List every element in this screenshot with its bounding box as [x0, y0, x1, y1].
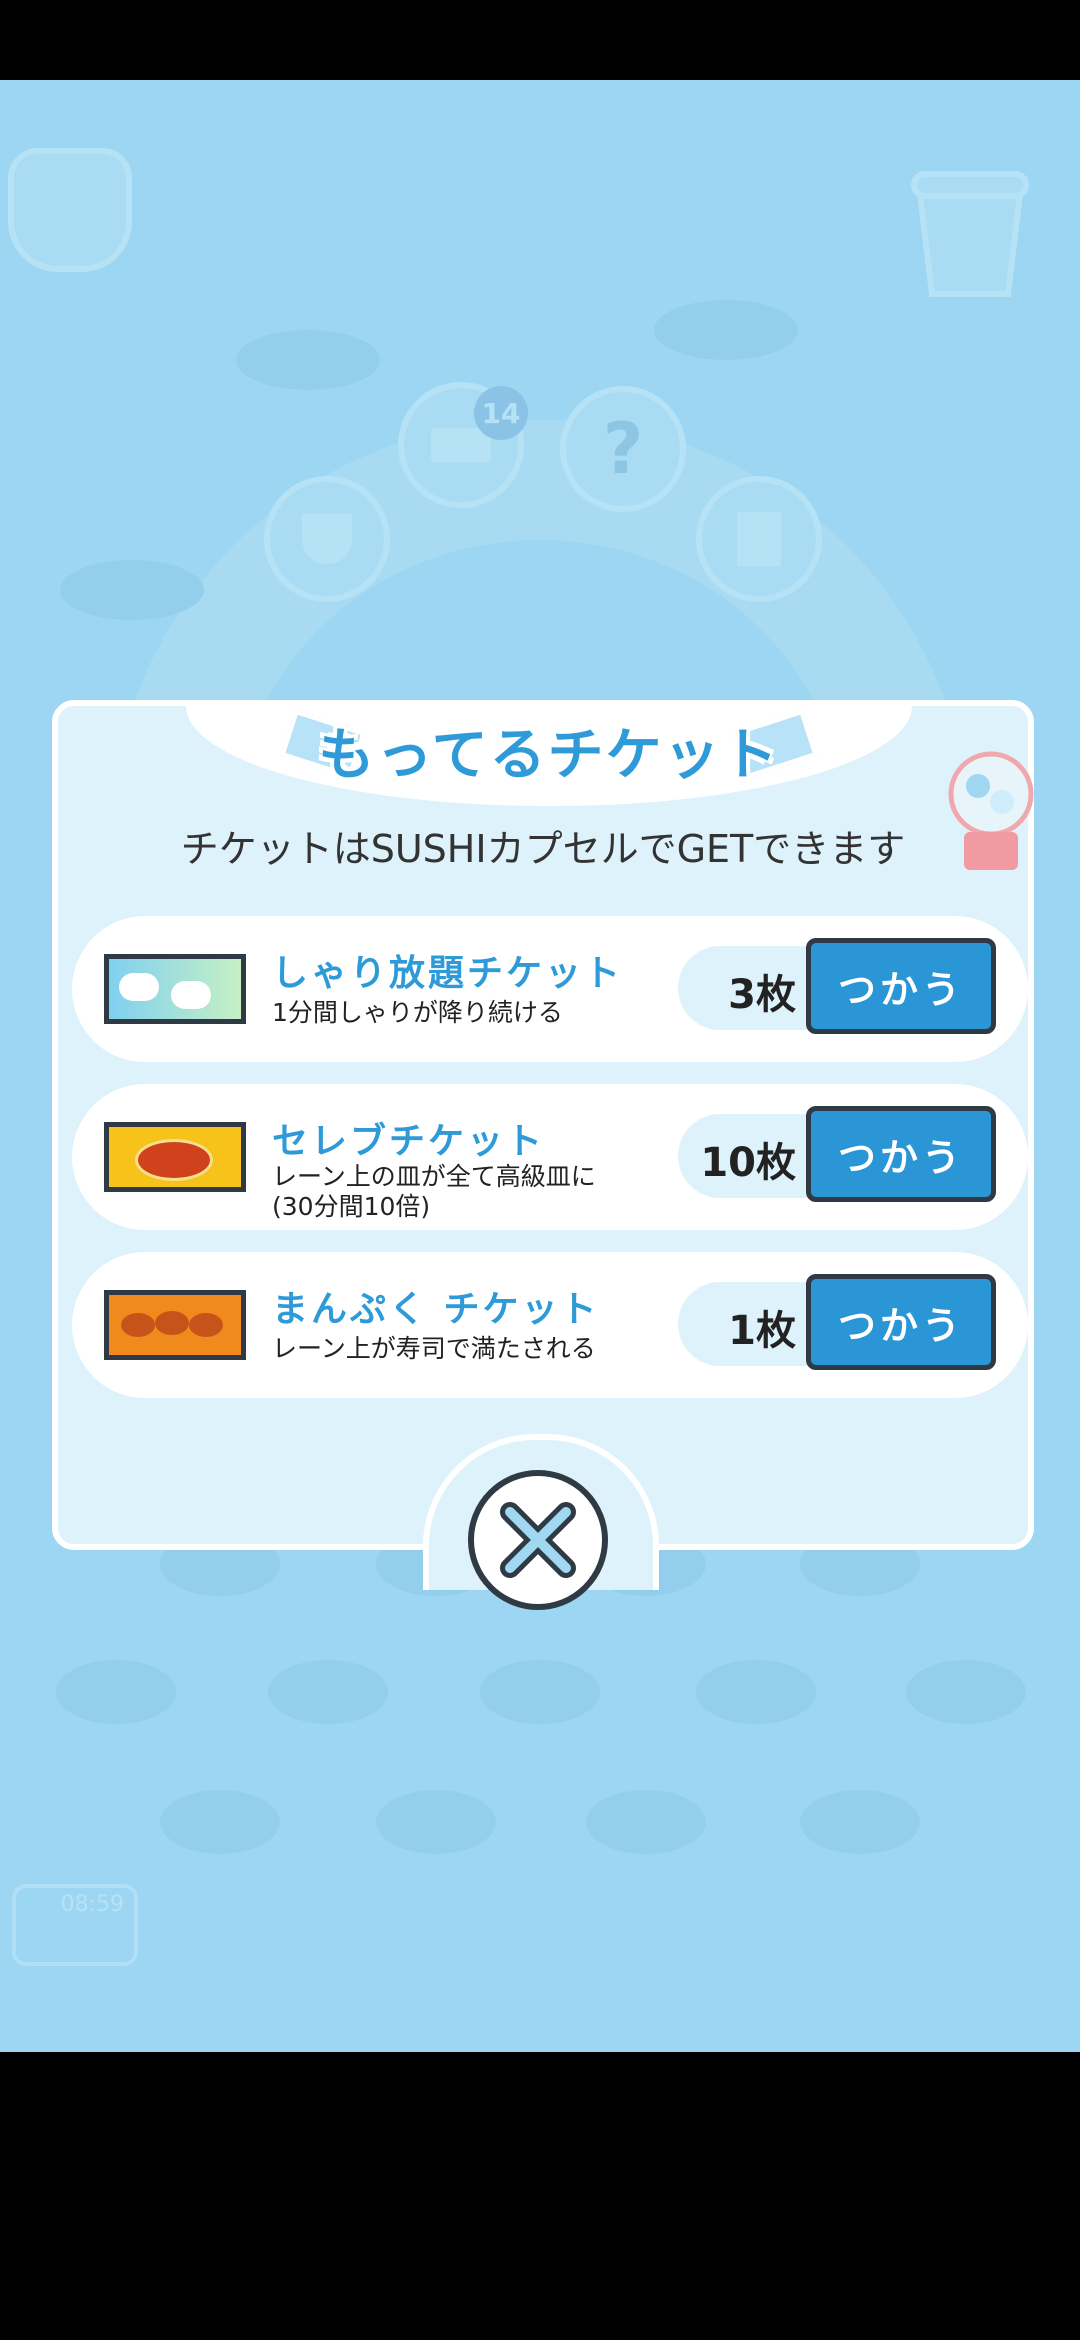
- use-shari-ticket-button[interactable]: つかう: [806, 938, 996, 1034]
- ticket-description: レーン上の皿が全て高級皿に (30分間10倍): [272, 1162, 596, 1221]
- use-celeb-ticket-button[interactable]: つかう: [806, 1106, 996, 1202]
- sushi-plate: [236, 330, 380, 390]
- help-icon: ?: [602, 408, 644, 490]
- ticket-description: 1分間しゃりが降り続ける: [272, 998, 563, 1027]
- game-screen: 14 ? 08:59 もってるチケット チケットはSUSHIカプセルでGETでき…: [0, 80, 1080, 2052]
- modal-title: もってるチケット: [318, 723, 780, 788]
- timer-box: 08:59: [12, 1884, 138, 1966]
- seat: [800, 1790, 920, 1854]
- sound-button[interactable]: [696, 476, 822, 602]
- sushi-icon: [155, 1311, 189, 1335]
- close-icon: [500, 1502, 576, 1578]
- ticket-count: 1枚: [728, 1308, 796, 1354]
- rice-cloud-icon: [119, 973, 159, 1001]
- seat: [56, 1660, 176, 1724]
- sushi-icon: [121, 1313, 155, 1337]
- golden-plate-icon: [135, 1139, 213, 1181]
- help-button[interactable]: ?: [560, 386, 686, 512]
- ticket-count-badge: 14: [474, 386, 528, 440]
- manpuku-ticket-icon: [104, 1290, 246, 1360]
- celeb-ticket-icon: [104, 1122, 246, 1192]
- rice-cloud-icon: [171, 981, 211, 1009]
- ticket-name: まんぷく チケット: [272, 1289, 600, 1330]
- title-banner: もってるチケット: [186, 700, 912, 806]
- timer-text: 08:59: [60, 1892, 124, 1917]
- ticket-count: 3枚: [728, 972, 796, 1018]
- ticket-row-manpuku: まんぷく チケット レーン上が寿司で満たされる 1枚 つかう: [72, 1252, 1028, 1398]
- sushi-plate: [654, 300, 798, 360]
- seat: [376, 1790, 496, 1854]
- sushi-plate: [60, 560, 204, 620]
- seat: [586, 1790, 706, 1854]
- ticket-count: 10枚: [700, 1140, 796, 1186]
- use-manpuku-ticket-button[interactable]: つかう: [806, 1274, 996, 1370]
- seat: [906, 1660, 1026, 1724]
- sound-icon: [737, 512, 781, 566]
- trophy-button[interactable]: [264, 476, 390, 602]
- trash-can-icon[interactable]: [910, 164, 1030, 304]
- tickets-modal: もってるチケット チケットはSUSHIカプセルでGETできます しゃり放題チケッ…: [52, 700, 1034, 1550]
- sushi-icon: [189, 1313, 223, 1337]
- close-button[interactable]: [468, 1470, 608, 1610]
- shari-ticket-icon: [104, 954, 246, 1024]
- seat: [696, 1660, 816, 1724]
- seat: [480, 1660, 600, 1724]
- ticket-name: セレブチケット: [272, 1121, 546, 1162]
- seat: [268, 1660, 388, 1724]
- ticket-description: レーン上が寿司で満たされる: [272, 1334, 596, 1363]
- ticket-name: しゃり放題チケット: [272, 953, 624, 994]
- ticket-row-celeb: セレブチケット レーン上の皿が全て高級皿に (30分間10倍) 10枚 つかう: [72, 1084, 1028, 1230]
- gamepad-icon[interactable]: [8, 148, 132, 272]
- modal-subtitle: チケットはSUSHIカプセルでGETできます: [180, 827, 906, 871]
- ticket-row-shari: しゃり放題チケット 1分間しゃりが降り続ける 3枚 つかう: [72, 916, 1028, 1062]
- trophy-icon: [302, 514, 352, 564]
- seat: [160, 1790, 280, 1854]
